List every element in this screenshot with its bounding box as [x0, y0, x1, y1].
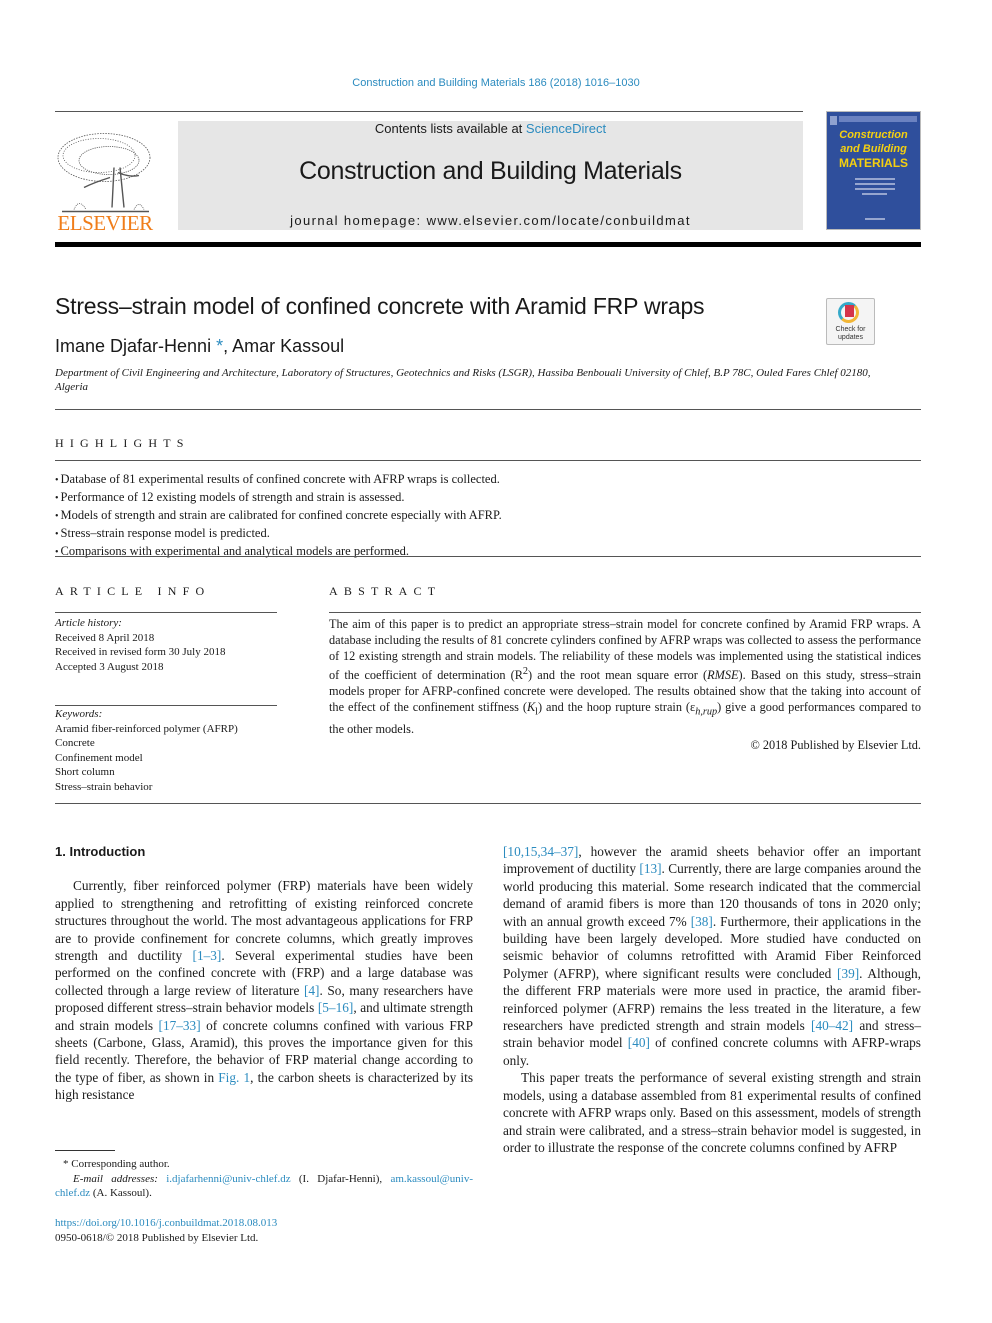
cover-title: Construction and Building MATERIALS: [827, 128, 920, 170]
keywords: Keywords: Aramid fiber-reinforced polyme…: [55, 707, 277, 794]
abstract-term: RMSE: [707, 668, 739, 683]
history-item: Accepted 3 August 2018: [55, 660, 164, 673]
citation-link[interactable]: [4]: [304, 983, 320, 998]
keyword-item: Concrete: [55, 737, 95, 749]
cover-fine-print: [855, 183, 895, 185]
keyword-item: Aramid fiber-reinforced polymer (AFRP): [55, 722, 238, 735]
history-item: Received in revised form 30 July 2018: [55, 646, 226, 658]
paragraph: Currently, fiber reinforced polymer (FRP…: [55, 877, 473, 1103]
author-name: Amar Kassoul: [232, 336, 345, 356]
journal-title: Construction and Building Materials: [299, 157, 682, 185]
doi-block: https://doi.org/10.1016/j.conbuildmat.20…: [55, 1216, 277, 1245]
check-updates-line2: updates: [838, 334, 863, 341]
journal-homepage-link[interactable]: journal homepage: www.elsevier.com/locat…: [178, 213, 803, 228]
figure-link[interactable]: Fig. 1: [218, 1070, 250, 1085]
contents-prefix: Contents lists available at: [374, 121, 526, 136]
highlights-list: Database of 81 experimental results of c…: [55, 471, 921, 561]
journal-banner: Contents lists available at ScienceDirec…: [178, 121, 803, 230]
abstract-fragment: ) and the hoop rupture strain (: [538, 700, 691, 715]
contents-line: Contents lists available at ScienceDirec…: [178, 121, 803, 136]
divider: [55, 612, 277, 613]
footnote-divider: [55, 1150, 115, 1151]
abstract-heading: ABSTRACT: [329, 584, 442, 598]
cover-title-line2: and Building: [840, 143, 907, 155]
keywords-label: Keywords:: [55, 708, 103, 720]
body-column-right: [10,15,34–37], however the aramid sheets…: [503, 843, 921, 1156]
paragraph: This paper treats the performance of sev…: [503, 1070, 921, 1155]
body-column-left: 1. Introduction Currently, fiber reinfor…: [55, 843, 473, 1104]
author-separator: ,: [223, 336, 233, 356]
highlight-item: Comparisons with experimental and analyt…: [55, 543, 921, 561]
abstract-copyright: © 2018 Published by Elsevier Ltd.: [750, 737, 921, 752]
highlight-item: Models of strength and strain are calibr…: [55, 507, 921, 525]
cover-title-line3: MATERIALS: [838, 156, 909, 170]
article-info-heading: ARTICLE INFO: [55, 584, 211, 598]
sciencedirect-link[interactable]: ScienceDirect: [526, 121, 606, 136]
citation-link[interactable]: [13]: [639, 861, 661, 876]
subscript: h,rup: [695, 706, 718, 718]
citation-link[interactable]: [40]: [628, 1035, 650, 1050]
highlight-item: Performance of 12 existing models of str…: [55, 489, 921, 507]
author-name: Imane Djafar-Henni: [55, 336, 212, 356]
cover-fine-print: [855, 178, 895, 180]
cover-top-bar: [839, 116, 917, 122]
citation-link[interactable]: [5–16]: [318, 1000, 353, 1015]
citation-link[interactable]: [39]: [837, 966, 859, 981]
corresponding-author-note: * Corresponding author.: [63, 1158, 170, 1170]
author-list: Imane Djafar-Henni *, Amar Kassoul: [55, 336, 344, 357]
issn-copyright: 0950-0618/© 2018 Published by Elsevier L…: [55, 1231, 259, 1244]
doi-link[interactable]: https://doi.org/10.1016/j.conbuildmat.20…: [55, 1217, 277, 1229]
bookmark-flag-icon: [845, 305, 854, 317]
cover-fine-print: [862, 193, 887, 195]
citation-link[interactable]: [40–42]: [811, 1018, 853, 1033]
email-label: E-mail addresses:: [73, 1172, 167, 1185]
email-owner: (A. Kassoul).: [90, 1187, 152, 1199]
email-link[interactable]: i.djafarhenni@univ-chlef.dz: [166, 1173, 290, 1185]
divider: [329, 612, 921, 613]
divider: [55, 705, 277, 706]
highlights-heading: HIGHLIGHTS: [55, 436, 190, 450]
email-note: E-mail addresses: i.djafarhenni@univ-chl…: [55, 1172, 473, 1201]
section-heading: 1. Introduction: [55, 844, 146, 859]
divider: [55, 460, 921, 461]
article-history-label: Article history:: [55, 617, 122, 629]
journal-citation-link[interactable]: Construction and Building Materials 186 …: [0, 77, 992, 89]
keyword-item: Confinement model: [55, 751, 143, 764]
keyword-item: Short column: [55, 766, 115, 778]
abstract-fragment: ) and the root mean square error (: [528, 668, 708, 683]
article-title: Stress–strain model of confined concrete…: [55, 293, 705, 319]
author-affiliation: Department of Civil Engineering and Arch…: [55, 367, 871, 393]
citation-link[interactable]: [17–33]: [159, 1018, 201, 1033]
footnotes: * Corresponding author. E-mail addresses…: [55, 1157, 473, 1201]
cover-fine-print: [865, 218, 885, 220]
citation-link[interactable]: [1–3]: [193, 948, 222, 963]
paragraph: [10,15,34–37], however the aramid sheets…: [503, 843, 921, 1069]
divider: [55, 409, 921, 410]
highlight-item: Stress–strain response model is predicte…: [55, 525, 921, 543]
citation-link[interactable]: [10,15,34–37]: [503, 844, 578, 859]
cover-emblem-icon: [830, 116, 837, 125]
check-for-updates-button[interactable]: Check for updates: [826, 298, 875, 345]
cover-fine-print: [855, 188, 895, 190]
abstract-term: K: [526, 700, 536, 715]
check-updates-line1: Check for: [835, 326, 866, 333]
journal-cover-image[interactable]: Construction and Building MATERIALS: [826, 111, 921, 230]
divider: [55, 803, 921, 804]
highlight-item: Database of 81 experimental results of c…: [55, 471, 921, 489]
abstract-text: The aim of this paper is to predict an a…: [329, 616, 921, 753]
email-owner: (I. Djafar-Henni),: [290, 1172, 391, 1185]
history-item: Received 8 April 2018: [55, 631, 155, 644]
divider: [55, 556, 921, 557]
check-updates-label: Check for updates: [827, 326, 874, 342]
cover-title-line1: Construction: [839, 129, 908, 141]
masthead-rule: [55, 242, 921, 247]
keyword-item: Stress–strain behavior: [55, 780, 153, 793]
citation-link[interactable]: [38]: [691, 914, 713, 929]
elsevier-logo-word[interactable]: ELSEVIER: [55, 211, 155, 236]
header-divider: [55, 111, 803, 112]
article-history: Article history: Received 8 April 2018 R…: [55, 616, 277, 674]
